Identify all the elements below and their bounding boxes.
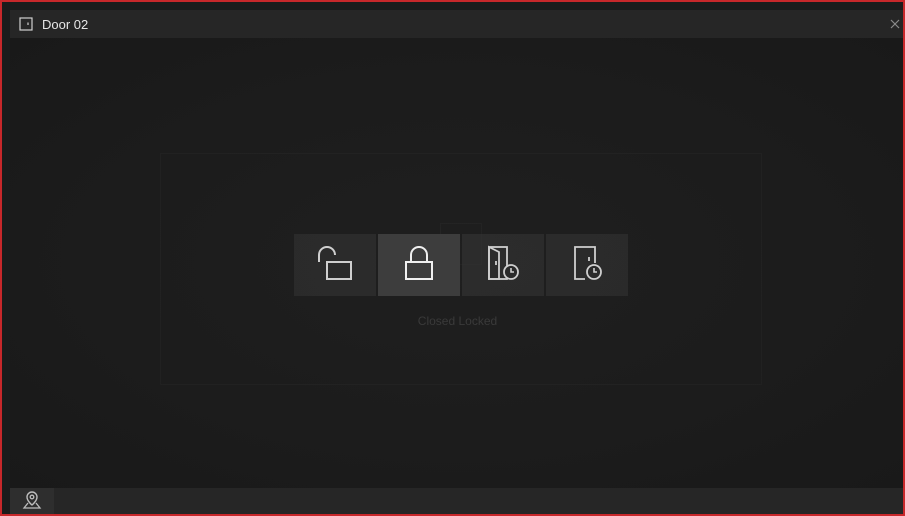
door-open-clock-icon bbox=[483, 243, 523, 288]
unlock-icon bbox=[313, 243, 357, 288]
window-title: Door 02 bbox=[42, 16, 89, 32]
lock-icon bbox=[401, 243, 437, 288]
map-pin-icon bbox=[22, 490, 42, 515]
map-pin-button[interactable] bbox=[10, 488, 54, 515]
door-control-window: Door 02 Closed Locked bbox=[0, 0, 905, 516]
door-closed-clock-icon bbox=[567, 243, 607, 288]
open-door-button[interactable] bbox=[294, 234, 376, 296]
door-icon bbox=[19, 17, 33, 31]
remain-closed-button[interactable] bbox=[546, 234, 628, 296]
footer-bar bbox=[10, 488, 903, 515]
door-status-label: Closed Locked bbox=[417, 314, 498, 328]
close-door-button[interactable] bbox=[378, 234, 460, 296]
remain-open-button[interactable] bbox=[462, 234, 544, 296]
close-icon[interactable] bbox=[887, 16, 903, 32]
door-view: Closed Locked bbox=[10, 38, 903, 488]
door-control-bar bbox=[294, 234, 630, 296]
titlebar: Door 02 bbox=[10, 10, 903, 38]
